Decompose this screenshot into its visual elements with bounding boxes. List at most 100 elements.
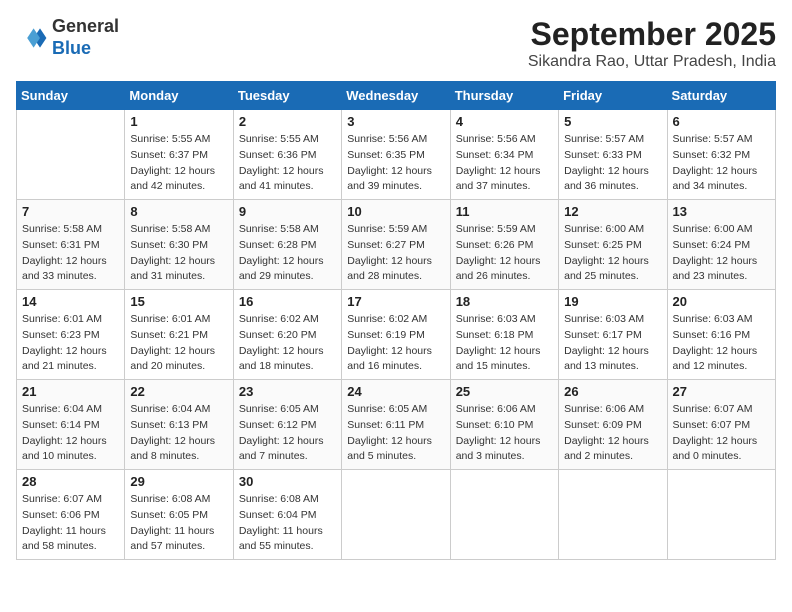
day-info: Sunrise: 5:56 AM Sunset: 6:35 PM Dayligh… [347,132,444,195]
day-number: 27 [673,384,770,399]
day-info: Sunrise: 6:00 AM Sunset: 6:24 PM Dayligh… [673,222,770,285]
day-number: 23 [239,384,336,399]
day-info: Sunrise: 6:05 AM Sunset: 6:12 PM Dayligh… [239,402,336,465]
calendar-cell [450,470,558,560]
day-number: 25 [456,384,553,399]
day-info: Sunrise: 5:58 AM Sunset: 6:31 PM Dayligh… [22,222,119,285]
day-number: 14 [22,294,119,309]
day-info: Sunrise: 6:01 AM Sunset: 6:23 PM Dayligh… [22,312,119,375]
logo-icon [16,22,48,54]
day-info: Sunrise: 6:06 AM Sunset: 6:09 PM Dayligh… [564,402,661,465]
day-number: 24 [347,384,444,399]
day-number: 8 [130,204,227,219]
day-info: Sunrise: 6:04 AM Sunset: 6:13 PM Dayligh… [130,402,227,465]
day-number: 10 [347,204,444,219]
calendar-cell [17,110,125,200]
day-info: Sunrise: 5:55 AM Sunset: 6:36 PM Dayligh… [239,132,336,195]
calendar-cell: 30 Sunrise: 6:08 AM Sunset: 6:04 PM Dayli… [233,470,341,560]
calendar-cell: 21 Sunrise: 6:04 AM Sunset: 6:14 PM Dayli… [17,380,125,470]
day-number: 12 [564,204,661,219]
calendar-cell: 1 Sunrise: 5:55 AM Sunset: 6:37 PM Daylig… [125,110,233,200]
calendar-cell: 23 Sunrise: 6:05 AM Sunset: 6:12 PM Dayli… [233,380,341,470]
calendar-cell: 26 Sunrise: 6:06 AM Sunset: 6:09 PM Dayli… [559,380,667,470]
day-info: Sunrise: 6:03 AM Sunset: 6:16 PM Dayligh… [673,312,770,375]
calendar-cell: 24Sunrise: 6:05 AM Sunset: 6:11 PM Dayli… [342,380,450,470]
calendar-week-5: 28 Sunrise: 6:07 AM Sunset: 6:06 PM Dayli… [17,470,776,560]
day-info: Sunrise: 5:58 AM Sunset: 6:30 PM Dayligh… [130,222,227,285]
day-info: Sunrise: 6:00 AM Sunset: 6:25 PM Dayligh… [564,222,661,285]
day-info: Sunrise: 6:07 AM Sunset: 6:07 PM Dayligh… [673,402,770,465]
calendar-cell: 10 Sunrise: 5:59 AM Sunset: 6:27 PM Dayli… [342,200,450,290]
calendar-cell: 27 Sunrise: 6:07 AM Sunset: 6:07 PM Dayli… [667,380,775,470]
title-block: September 2025 Sikandra Rao, Uttar Prade… [528,16,776,71]
calendar-header-tuesday: Tuesday [233,82,341,110]
day-info: Sunrise: 5:57 AM Sunset: 6:33 PM Dayligh… [564,132,661,195]
calendar-week-2: 7Sunrise: 5:58 AM Sunset: 6:31 PM Daylig… [17,200,776,290]
calendar-cell: 3 Sunrise: 5:56 AM Sunset: 6:35 PM Daylig… [342,110,450,200]
day-info: Sunrise: 5:59 AM Sunset: 6:26 PM Dayligh… [456,222,553,285]
calendar-cell: 17 Sunrise: 6:02 AM Sunset: 6:19 PM Dayli… [342,290,450,380]
day-info: Sunrise: 6:06 AM Sunset: 6:10 PM Dayligh… [456,402,553,465]
calendar-cell: 19Sunrise: 6:03 AM Sunset: 6:17 PM Dayli… [559,290,667,380]
day-number: 22 [130,384,227,399]
day-number: 4 [456,114,553,129]
day-info: Sunrise: 5:59 AM Sunset: 6:27 PM Dayligh… [347,222,444,285]
calendar-cell: 2 Sunrise: 5:55 AM Sunset: 6:36 PM Daylig… [233,110,341,200]
calendar-cell: 15 Sunrise: 6:01 AM Sunset: 6:21 PM Dayli… [125,290,233,380]
calendar-cell: 29 Sunrise: 6:08 AM Sunset: 6:05 PM Dayli… [125,470,233,560]
day-number: 6 [673,114,770,129]
calendar-cell: 22 Sunrise: 6:04 AM Sunset: 6:13 PM Dayli… [125,380,233,470]
calendar-header-saturday: Saturday [667,82,775,110]
day-info: Sunrise: 5:55 AM Sunset: 6:37 PM Dayligh… [130,132,227,195]
calendar-cell: 5 Sunrise: 5:57 AM Sunset: 6:33 PM Daylig… [559,110,667,200]
calendar-cell [559,470,667,560]
calendar-header-sunday: Sunday [17,82,125,110]
day-info: Sunrise: 6:04 AM Sunset: 6:14 PM Dayligh… [22,402,119,465]
calendar-cell: 8 Sunrise: 5:58 AM Sunset: 6:30 PM Daylig… [125,200,233,290]
day-number: 3 [347,114,444,129]
day-info: Sunrise: 6:08 AM Sunset: 6:05 PM Dayligh… [130,492,227,555]
day-number: 15 [130,294,227,309]
day-info: Sunrise: 6:08 AM Sunset: 6:04 PM Dayligh… [239,492,336,555]
day-info: Sunrise: 5:56 AM Sunset: 6:34 PM Dayligh… [456,132,553,195]
calendar-header-friday: Friday [559,82,667,110]
calendar-cell: 6 Sunrise: 5:57 AM Sunset: 6:32 PM Daylig… [667,110,775,200]
day-number: 9 [239,204,336,219]
calendar-cell: 28 Sunrise: 6:07 AM Sunset: 6:06 PM Dayli… [17,470,125,560]
calendar-cell [667,470,775,560]
day-number: 26 [564,384,661,399]
calendar-header-wednesday: Wednesday [342,82,450,110]
calendar-cell: 13 Sunrise: 6:00 AM Sunset: 6:24 PM Dayli… [667,200,775,290]
calendar-cell: 25 Sunrise: 6:06 AM Sunset: 6:10 PM Dayli… [450,380,558,470]
day-number: 13 [673,204,770,219]
day-number: 1 [130,114,227,129]
day-info: Sunrise: 6:07 AM Sunset: 6:06 PM Dayligh… [22,492,119,555]
day-info: Sunrise: 5:57 AM Sunset: 6:32 PM Dayligh… [673,132,770,195]
day-number: 2 [239,114,336,129]
logo-text: General Blue [52,16,119,59]
month-title: September 2025 [528,16,776,53]
calendar-cell: 18Sunrise: 6:03 AM Sunset: 6:18 PM Dayli… [450,290,558,380]
page-header: General Blue September 2025 Sikandra Rao… [16,16,776,71]
calendar-header-thursday: Thursday [450,82,558,110]
day-number: 30 [239,474,336,489]
day-number: 28 [22,474,119,489]
calendar-cell [342,470,450,560]
day-number: 29 [130,474,227,489]
day-number: 5 [564,114,661,129]
day-number: 21 [22,384,119,399]
day-info: Sunrise: 6:02 AM Sunset: 6:20 PM Dayligh… [239,312,336,375]
logo: General Blue [16,16,119,59]
calendar-table: SundayMondayTuesdayWednesdayThursdayFrid… [16,81,776,560]
day-info: Sunrise: 6:01 AM Sunset: 6:21 PM Dayligh… [130,312,227,375]
day-number: 16 [239,294,336,309]
location-title: Sikandra Rao, Uttar Pradesh, India [528,53,776,71]
day-number: 11 [456,204,553,219]
calendar-cell: 12 Sunrise: 6:00 AM Sunset: 6:25 PM Dayli… [559,200,667,290]
day-number: 18 [456,294,553,309]
calendar-week-1: 1 Sunrise: 5:55 AM Sunset: 6:37 PM Daylig… [17,110,776,200]
day-number: 20 [673,294,770,309]
day-number: 17 [347,294,444,309]
day-info: Sunrise: 6:02 AM Sunset: 6:19 PM Dayligh… [347,312,444,375]
day-number: 19 [564,294,661,309]
